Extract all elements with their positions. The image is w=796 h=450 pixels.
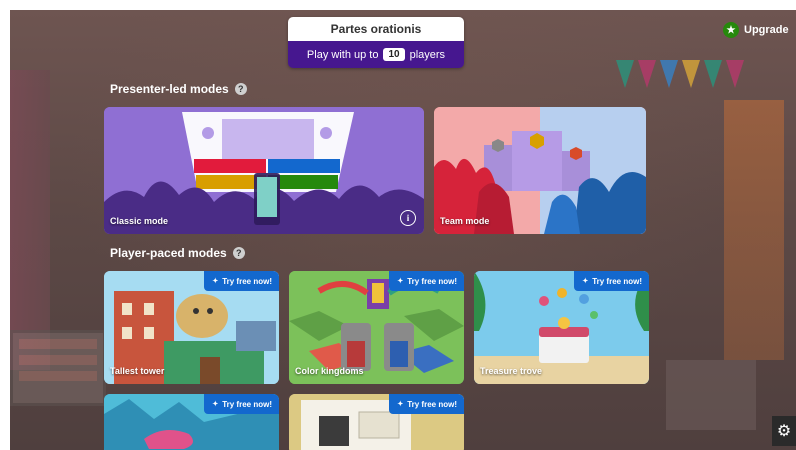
classic-mode-label: Classic mode xyxy=(110,216,169,226)
team-mode-illustration xyxy=(434,107,646,234)
try-free-badge[interactable]: ✦ Try free now! xyxy=(204,271,279,291)
background-bunting xyxy=(616,60,756,100)
info-icon[interactable]: i xyxy=(400,210,416,226)
presenter-section-label: Presenter-led modes xyxy=(110,82,229,96)
tallest-tower-card[interactable]: ✦ Try free now! Tallest tower xyxy=(104,271,279,384)
lobby-background: Partes orationis Play with up to 10 play… xyxy=(10,10,796,450)
treasure-trove-label: Treasure trove xyxy=(480,366,543,376)
try-free-badge[interactable]: ✦ Try free now! xyxy=(389,271,464,291)
mode-card-5[interactable]: ✦ Try free now! xyxy=(289,394,464,450)
background-wall xyxy=(10,70,50,370)
presenter-section-title: Presenter-led modes ? xyxy=(110,82,247,96)
tallest-tower-label: Tallest tower xyxy=(110,366,165,376)
background-window xyxy=(724,100,784,360)
game-title: Partes orationis xyxy=(288,17,464,41)
try-free-badge[interactable]: ✦ Try free now! xyxy=(204,394,279,414)
try-free-badge[interactable]: ✦ Try free now! xyxy=(574,271,649,291)
team-mode-label: Team mode xyxy=(440,216,490,226)
player-section-label: Player-paced modes xyxy=(110,246,227,260)
treasure-trove-card[interactable]: ✦ Try free now! Treasure trove xyxy=(474,271,649,384)
team-mode-card[interactable]: Team mode xyxy=(434,107,646,234)
try-free-badge[interactable]: ✦ Try free now! xyxy=(389,394,464,414)
settings-button[interactable]: ⚙ xyxy=(772,416,796,446)
sparkle-icon: ✦ xyxy=(582,278,589,285)
sparkle-icon: ✦ xyxy=(212,278,219,285)
player-limit-prefix: Play with up to xyxy=(306,48,379,61)
background-board xyxy=(10,330,106,406)
question-icon[interactable]: ? xyxy=(234,83,247,95)
background-desk xyxy=(666,360,756,430)
upgrade-button[interactable]: ★ Upgrade xyxy=(723,19,789,41)
player-limit-suffix: players xyxy=(409,48,446,61)
classic-mode-illustration xyxy=(104,107,424,234)
upgrade-label: Upgrade xyxy=(744,24,789,36)
try-free-label: Try free now! xyxy=(407,399,457,409)
color-kingdoms-label: Color kingdoms xyxy=(295,366,364,376)
classic-mode-card[interactable]: Classic mode i xyxy=(104,107,424,234)
try-free-label: Try free now! xyxy=(407,276,457,286)
try-free-label: Try free now! xyxy=(592,276,642,286)
player-count: 10 xyxy=(383,48,405,61)
question-icon[interactable]: ? xyxy=(232,247,245,259)
star-icon: ★ xyxy=(723,22,739,38)
try-free-label: Try free now! xyxy=(222,276,272,286)
gear-icon: ⚙ xyxy=(776,423,792,440)
player-limit: Play with up to 10 players xyxy=(288,41,464,68)
try-free-label: Try free now! xyxy=(222,399,272,409)
sparkle-icon: ✦ xyxy=(397,278,404,285)
sparkle-icon: ✦ xyxy=(212,401,219,408)
game-info-panel: Partes orationis Play with up to 10 play… xyxy=(288,17,464,68)
color-kingdoms-card[interactable]: ✦ Try free now! Color kingdoms xyxy=(289,271,464,384)
sparkle-icon: ✦ xyxy=(397,401,404,408)
mode-card-4[interactable]: ✦ Try free now! xyxy=(104,394,279,450)
player-section-title: Player-paced modes ? xyxy=(110,246,245,260)
